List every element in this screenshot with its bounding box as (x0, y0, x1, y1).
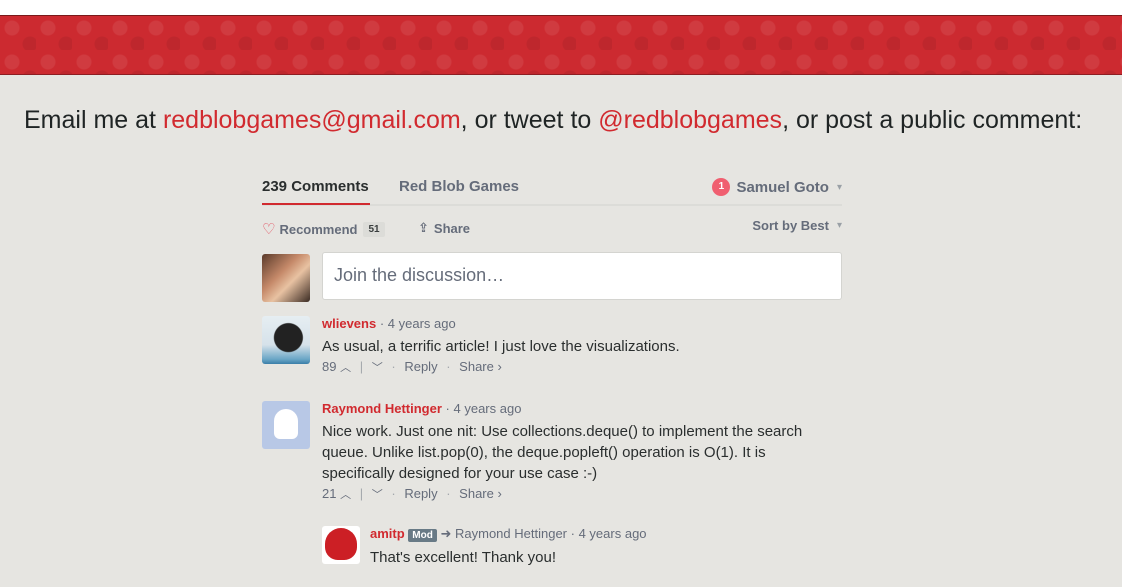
user-name: Samuel Goto (736, 178, 829, 196)
comments-widget: 239 Comments Red Blob Games 1 Samuel Got… (262, 170, 842, 568)
recommend-label: Recommend (279, 221, 358, 237)
sort-label: Sort by Best (752, 218, 829, 233)
comment-time[interactable]: 4 years ago (454, 401, 522, 416)
contact-line: Email me at redblobgames@gmail.com, or t… (24, 106, 1104, 135)
contact-middle: , or tweet to (460, 106, 599, 134)
comment-footer: 21 ︿ | ﹀ · Reply · Share › (322, 486, 502, 501)
comment-meta: amitp Mod ➜ Raymond Hettinger · 4 years … (370, 526, 647, 542)
reply-item: amitp Mod ➜ Raymond Hettinger · 4 years … (322, 526, 842, 568)
comment-text: As usual, a terrific article! I just lov… (322, 338, 680, 355)
comment-item: wlievens · 4 years ago As usual, a terri… (262, 316, 842, 375)
comment-time[interactable]: 4 years ago (579, 526, 647, 541)
chevron-down-icon: ▾ (836, 181, 842, 193)
share-button[interactable]: ⇪ Share (418, 220, 470, 236)
comment-meta: wlievens · 4 years ago (322, 316, 456, 331)
comment-footer: 89 ︿ | ﹀ · Reply · Share › (322, 359, 502, 374)
upvote-icon[interactable]: ︿ (340, 489, 351, 501)
avatar (262, 254, 310, 302)
comment-input[interactable]: Join the discussion… (322, 252, 842, 300)
downvote-icon[interactable]: ﹀ (372, 489, 383, 501)
tab-comments[interactable]: 239 Comments (262, 178, 370, 205)
twitter-link[interactable]: @redblobgames (598, 106, 782, 134)
email-link[interactable]: redblobgames@gmail.com (163, 106, 461, 134)
reply-to[interactable]: Raymond Hettinger (455, 526, 567, 541)
comment-author[interactable]: Raymond Hettinger (322, 401, 442, 416)
header-banner (0, 16, 1122, 75)
comment-author[interactable]: wlievens (322, 316, 376, 331)
recommend-count: 51 (363, 221, 385, 237)
notification-badge[interactable]: 1 (712, 178, 731, 196)
share-label: Share (433, 220, 471, 236)
sort-dropdown[interactable]: Sort by Best ▾ (752, 218, 842, 233)
avatar[interactable] (262, 316, 310, 364)
compose-area: Join the discussion… (262, 250, 842, 316)
comment-meta: Raymond Hettinger · 4 years ago (322, 401, 522, 416)
recommend-button[interactable]: ♡ Recommend 51 (262, 220, 385, 238)
vote-count: 89 (322, 359, 337, 374)
comment-text: Nice work. Just one nit: Use collections… (322, 423, 803, 482)
reply-link[interactable]: Reply (404, 486, 437, 501)
comment-text: That's excellent! Thank you! (370, 549, 557, 566)
share-icon: ⇪ (418, 220, 429, 235)
reply-arrow-icon: ➜ (440, 526, 452, 541)
actions-bar: ♡ Recommend 51 ⇪ Share Sort by Best ▾ (262, 206, 842, 250)
heart-icon: ♡ (262, 221, 276, 238)
upvote-icon[interactable]: ︿ (340, 362, 351, 374)
moderator-badge: Mod (408, 529, 437, 542)
contact-suffix: , or post a public comment: (782, 106, 1083, 134)
reply-link[interactable]: Reply (404, 359, 437, 374)
comments-nav: 239 Comments Red Blob Games 1 Samuel Got… (262, 170, 842, 206)
comment-author[interactable]: amitp (370, 526, 405, 541)
comment-item: Raymond Hettinger · 4 years ago Nice wor… (262, 401, 842, 502)
contact-prefix: Email me at (24, 106, 163, 134)
chevron-down-icon: ▾ (836, 220, 842, 231)
vote-count: 21 (322, 486, 337, 501)
comment-time[interactable]: 4 years ago (388, 316, 456, 331)
avatar[interactable] (262, 401, 310, 449)
user-menu[interactable]: 1 Samuel Goto ▾ (712, 178, 842, 196)
share-link[interactable]: Share › (459, 359, 502, 374)
avatar[interactable] (322, 526, 360, 564)
tab-community[interactable]: Red Blob Games (399, 178, 519, 195)
top-bar (0, 0, 1122, 16)
share-link[interactable]: Share › (459, 486, 502, 501)
downvote-icon[interactable]: ﹀ (372, 362, 383, 374)
